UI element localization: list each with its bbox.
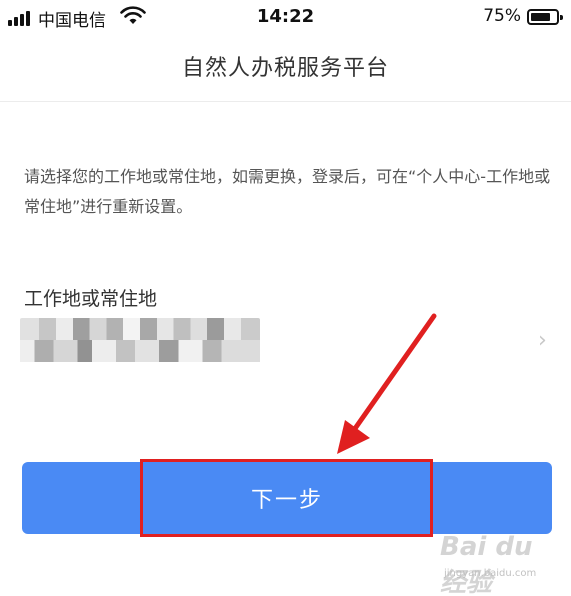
workplace-label: 工作地或常住地 [24,288,158,310]
watermark-url: jingyan.baidu.com [444,568,537,579]
workplace-value-blurred[interactable] [20,318,260,362]
next-step-button[interactable]: 下一步 [22,462,552,534]
watermark-brand: Bai du 经验 [440,532,533,596]
status-bar: 中国电信 14:22 75% [0,0,571,36]
chevron-right-icon[interactable]: › [538,328,547,353]
battery-icon [527,9,563,25]
header-divider [0,101,571,102]
page-title: 自然人办税服务平台 [181,56,389,81]
battery-percent: 75% [483,6,521,26]
watermark: Bai du 经验 jingyan.baidu.com [440,528,565,596]
screen: 中国电信 14:22 75% 自然人办税服务平台 请选择您的工作地或常住地，如需… [0,0,571,596]
notice-text: 请选择您的工作地或常住地，如需更换，登录后，可在“个人中心-工作地或常住地”进行… [24,167,551,216]
